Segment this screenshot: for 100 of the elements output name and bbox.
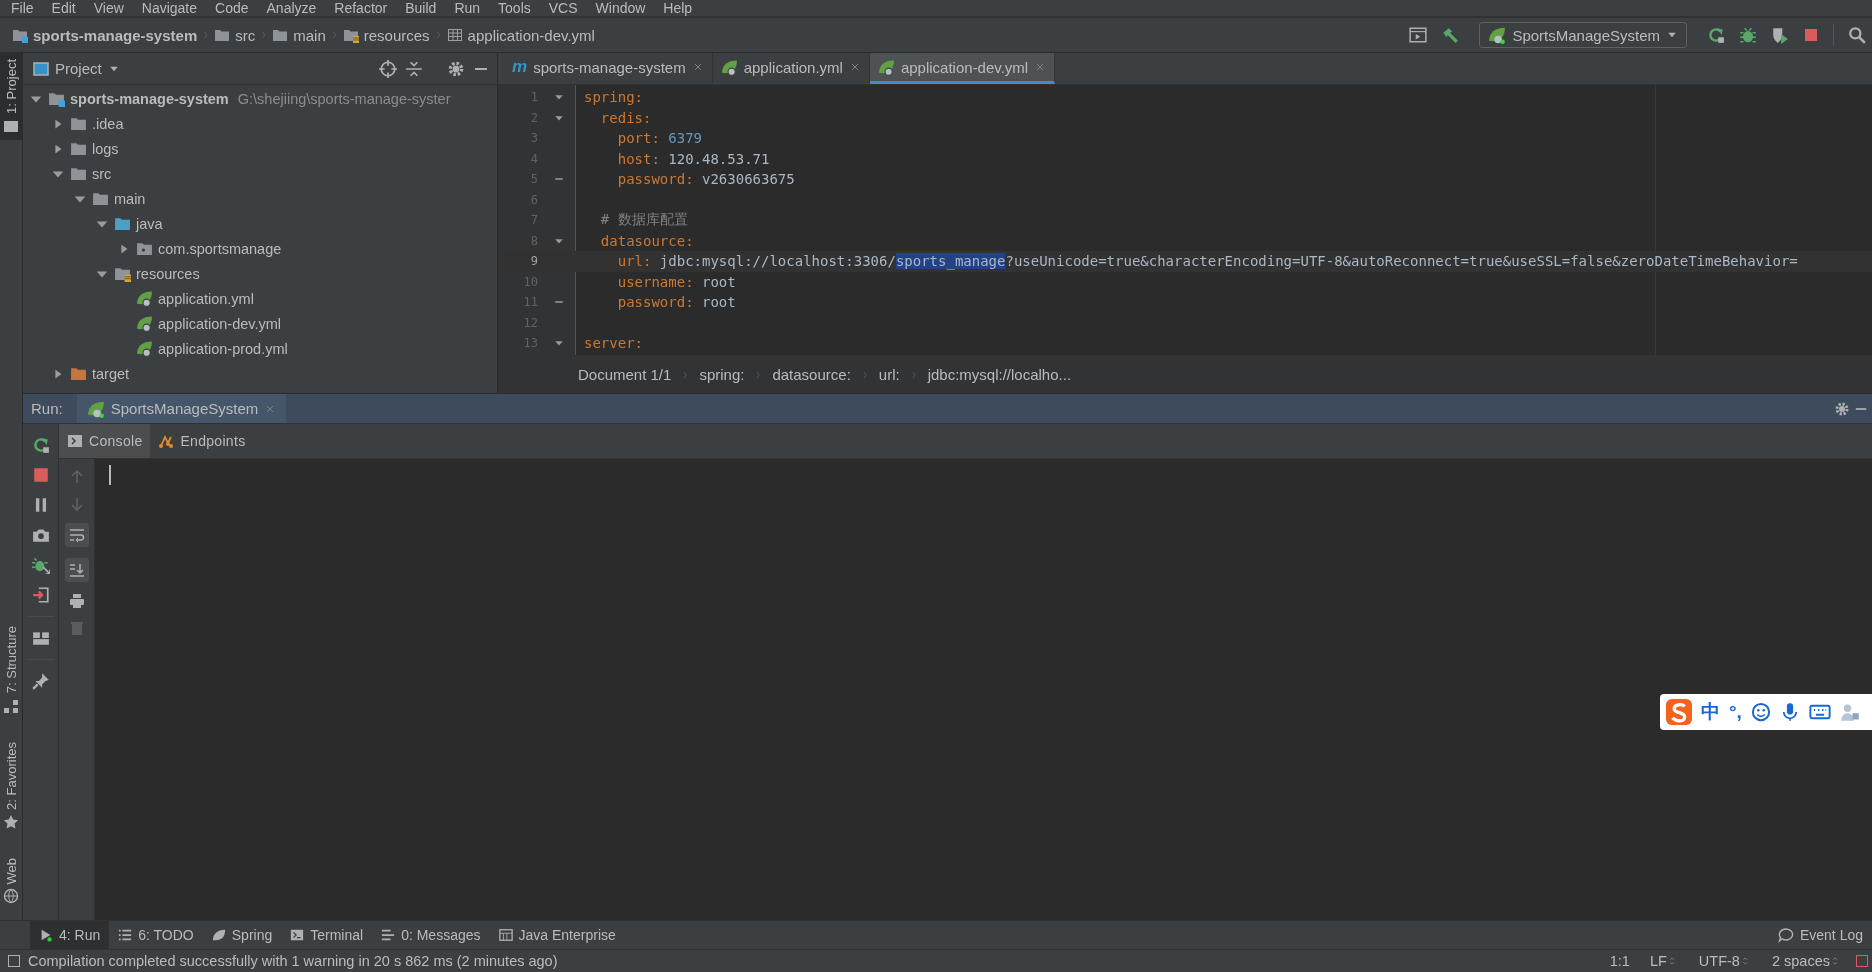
tool-window-tab[interactable]: Java Enterprise — [489, 921, 625, 949]
pin-icon[interactable] — [31, 672, 50, 690]
menu-item[interactable]: Navigate — [132, 0, 207, 16]
menu-item[interactable]: Code — [206, 0, 258, 16]
encoding-widget[interactable]: UTF-8 — [1692, 953, 1758, 969]
menu-item[interactable]: Analyze — [257, 0, 326, 16]
tool-window-tab[interactable]: 6: TODO — [109, 921, 203, 949]
tree-item[interactable]: application.yml — [23, 286, 497, 311]
tree-item[interactable]: com.sportsmanage — [23, 236, 497, 261]
line-separator-widget[interactable]: LF — [1643, 953, 1685, 969]
print-icon[interactable] — [68, 593, 85, 609]
run-icon — [39, 928, 53, 942]
run-configuration-dropdown[interactable]: SportsManageSystem — [1479, 22, 1687, 48]
messages-icon — [381, 928, 396, 942]
stop-icon[interactable] — [1803, 27, 1819, 43]
breadcrumb-item[interactable]: Document 1/1 — [578, 366, 672, 383]
settings-icon[interactable] — [1834, 400, 1850, 417]
run-window-icon[interactable] — [1409, 26, 1428, 44]
emoji-icon[interactable] — [1750, 702, 1771, 722]
rerun-icon[interactable] — [1707, 26, 1725, 44]
caret-position[interactable]: 1:1 — [1603, 953, 1636, 969]
selected-text: sports_manage — [895, 253, 1006, 270]
tree-item[interactable]: target — [23, 361, 497, 386]
locate-icon[interactable] — [379, 59, 397, 78]
tree-item[interactable]: src — [23, 161, 497, 186]
run-subtab[interactable]: Endpoints — [150, 424, 254, 458]
input-mode[interactable]: 中 — [1701, 699, 1720, 725]
menu-item[interactable]: Help — [654, 0, 702, 16]
bug-icon[interactable] — [1739, 26, 1757, 44]
leaf-icon — [86, 399, 105, 418]
scroll-to-end-toggle[interactable] — [64, 558, 89, 582]
yaml-key: host: — [584, 150, 660, 167]
toggle-tool-windows-icon[interactable] — [8, 955, 20, 967]
event-log-tab[interactable]: Event Log — [1768, 921, 1872, 949]
resources-folder-icon — [114, 265, 131, 282]
folder-icon — [272, 27, 289, 43]
breadcrumb-item[interactable]: spring: — [699, 366, 745, 383]
layout-icon[interactable] — [31, 629, 50, 647]
rerun-icon[interactable] — [31, 436, 50, 454]
input-method-logo[interactable] — [1666, 699, 1692, 725]
breadcrumb-item[interactable]: datasource: — [772, 366, 851, 383]
tree-item[interactable]: logs — [23, 136, 497, 161]
tool-window-tab[interactable]: 7: Structure — [0, 620, 22, 720]
tool-window-tab[interactable]: 4: Run — [30, 921, 110, 949]
tool-window-tab[interactable]: 0: Messages — [372, 921, 490, 949]
menu-item[interactable]: Edit — [42, 0, 85, 16]
table-icon — [446, 27, 463, 43]
tool-window-tab[interactable]: 1: Project — [0, 53, 22, 140]
menu-item[interactable]: Refactor — [325, 0, 397, 16]
tool-window-tab[interactable]: Spring — [202, 921, 282, 949]
punctuation-mode[interactable]: °, — [1729, 701, 1742, 723]
breadcrumb-item[interactable]: sports-manage-system — [33, 26, 198, 44]
tool-window-tab[interactable]: Web — [0, 851, 22, 910]
tree-item[interactable]: .idea — [23, 111, 497, 136]
tree-item[interactable]: main — [23, 186, 497, 211]
menu-item[interactable]: Build — [396, 0, 446, 16]
editor-tab[interactable]: application-dev.yml — [869, 53, 1056, 84]
tree-item[interactable]: application-dev.yml — [23, 311, 497, 336]
hammer-icon[interactable] — [1441, 26, 1460, 44]
indent-widget[interactable]: 2 spaces — [1765, 953, 1848, 969]
editor-tab[interactable]: application.yml — [712, 53, 870, 84]
breadcrumb-item[interactable]: url: — [878, 366, 900, 383]
menu-item[interactable]: Window — [586, 0, 655, 16]
breadcrumb-item[interactable]: src — [235, 26, 256, 44]
search-icon[interactable] — [1848, 26, 1866, 44]
menu-item[interactable]: Tools — [489, 0, 540, 16]
camera-icon[interactable] — [31, 526, 50, 544]
exit-icon[interactable] — [31, 586, 50, 604]
tool-window-tab[interactable]: 2: Favorites — [0, 735, 22, 836]
collapse-all-icon[interactable] — [405, 59, 423, 78]
leaf-icon — [136, 340, 153, 357]
run-tab[interactable]: SportsManageSystem — [76, 394, 287, 423]
project-view-dropdown[interactable]: Project — [33, 60, 120, 77]
breadcrumb-item[interactable]: main — [293, 26, 326, 44]
breadcrumb-item[interactable]: jdbc:mysql://localho... — [927, 366, 1072, 383]
stop-icon[interactable] — [31, 466, 50, 484]
coverage-icon[interactable] — [1771, 26, 1789, 44]
tool-window-tab[interactable]: Terminal — [281, 921, 373, 949]
menu-item[interactable]: Run — [445, 0, 490, 16]
scroll-to-end-icon — [68, 562, 85, 578]
soft-wrap-icon — [68, 527, 85, 543]
tree-item[interactable]: resources — [23, 261, 497, 286]
user-icon[interactable] — [1839, 702, 1860, 722]
leaf-icon — [211, 928, 226, 942]
run-subtab[interactable]: Console — [59, 424, 151, 458]
menu-item[interactable]: View — [84, 0, 133, 16]
editor-tab[interactable]: m sports-manage-system — [504, 53, 713, 84]
breadcrumb-item[interactable]: resources — [363, 26, 430, 44]
tree-item[interactable]: application-prod.yml — [23, 336, 497, 361]
soft-wrap-toggle[interactable] — [64, 523, 89, 547]
menu-item[interactable]: File — [2, 0, 43, 16]
yaml-value: 120.48.53.71 — [668, 150, 770, 167]
bug-icon[interactable] — [31, 556, 50, 574]
tree-item[interactable]: java — [23, 211, 497, 236]
folder-icon — [70, 140, 87, 157]
breadcrumb-item[interactable]: application-dev.yml — [467, 26, 595, 44]
tree-item[interactable]: sports-manage-system G:\shejiing\sports-manage-syster — [23, 86, 497, 111]
yaml-key: server: — [584, 335, 643, 352]
menu-item[interactable]: VCS — [539, 0, 587, 16]
settings-icon[interactable] — [447, 59, 465, 78]
